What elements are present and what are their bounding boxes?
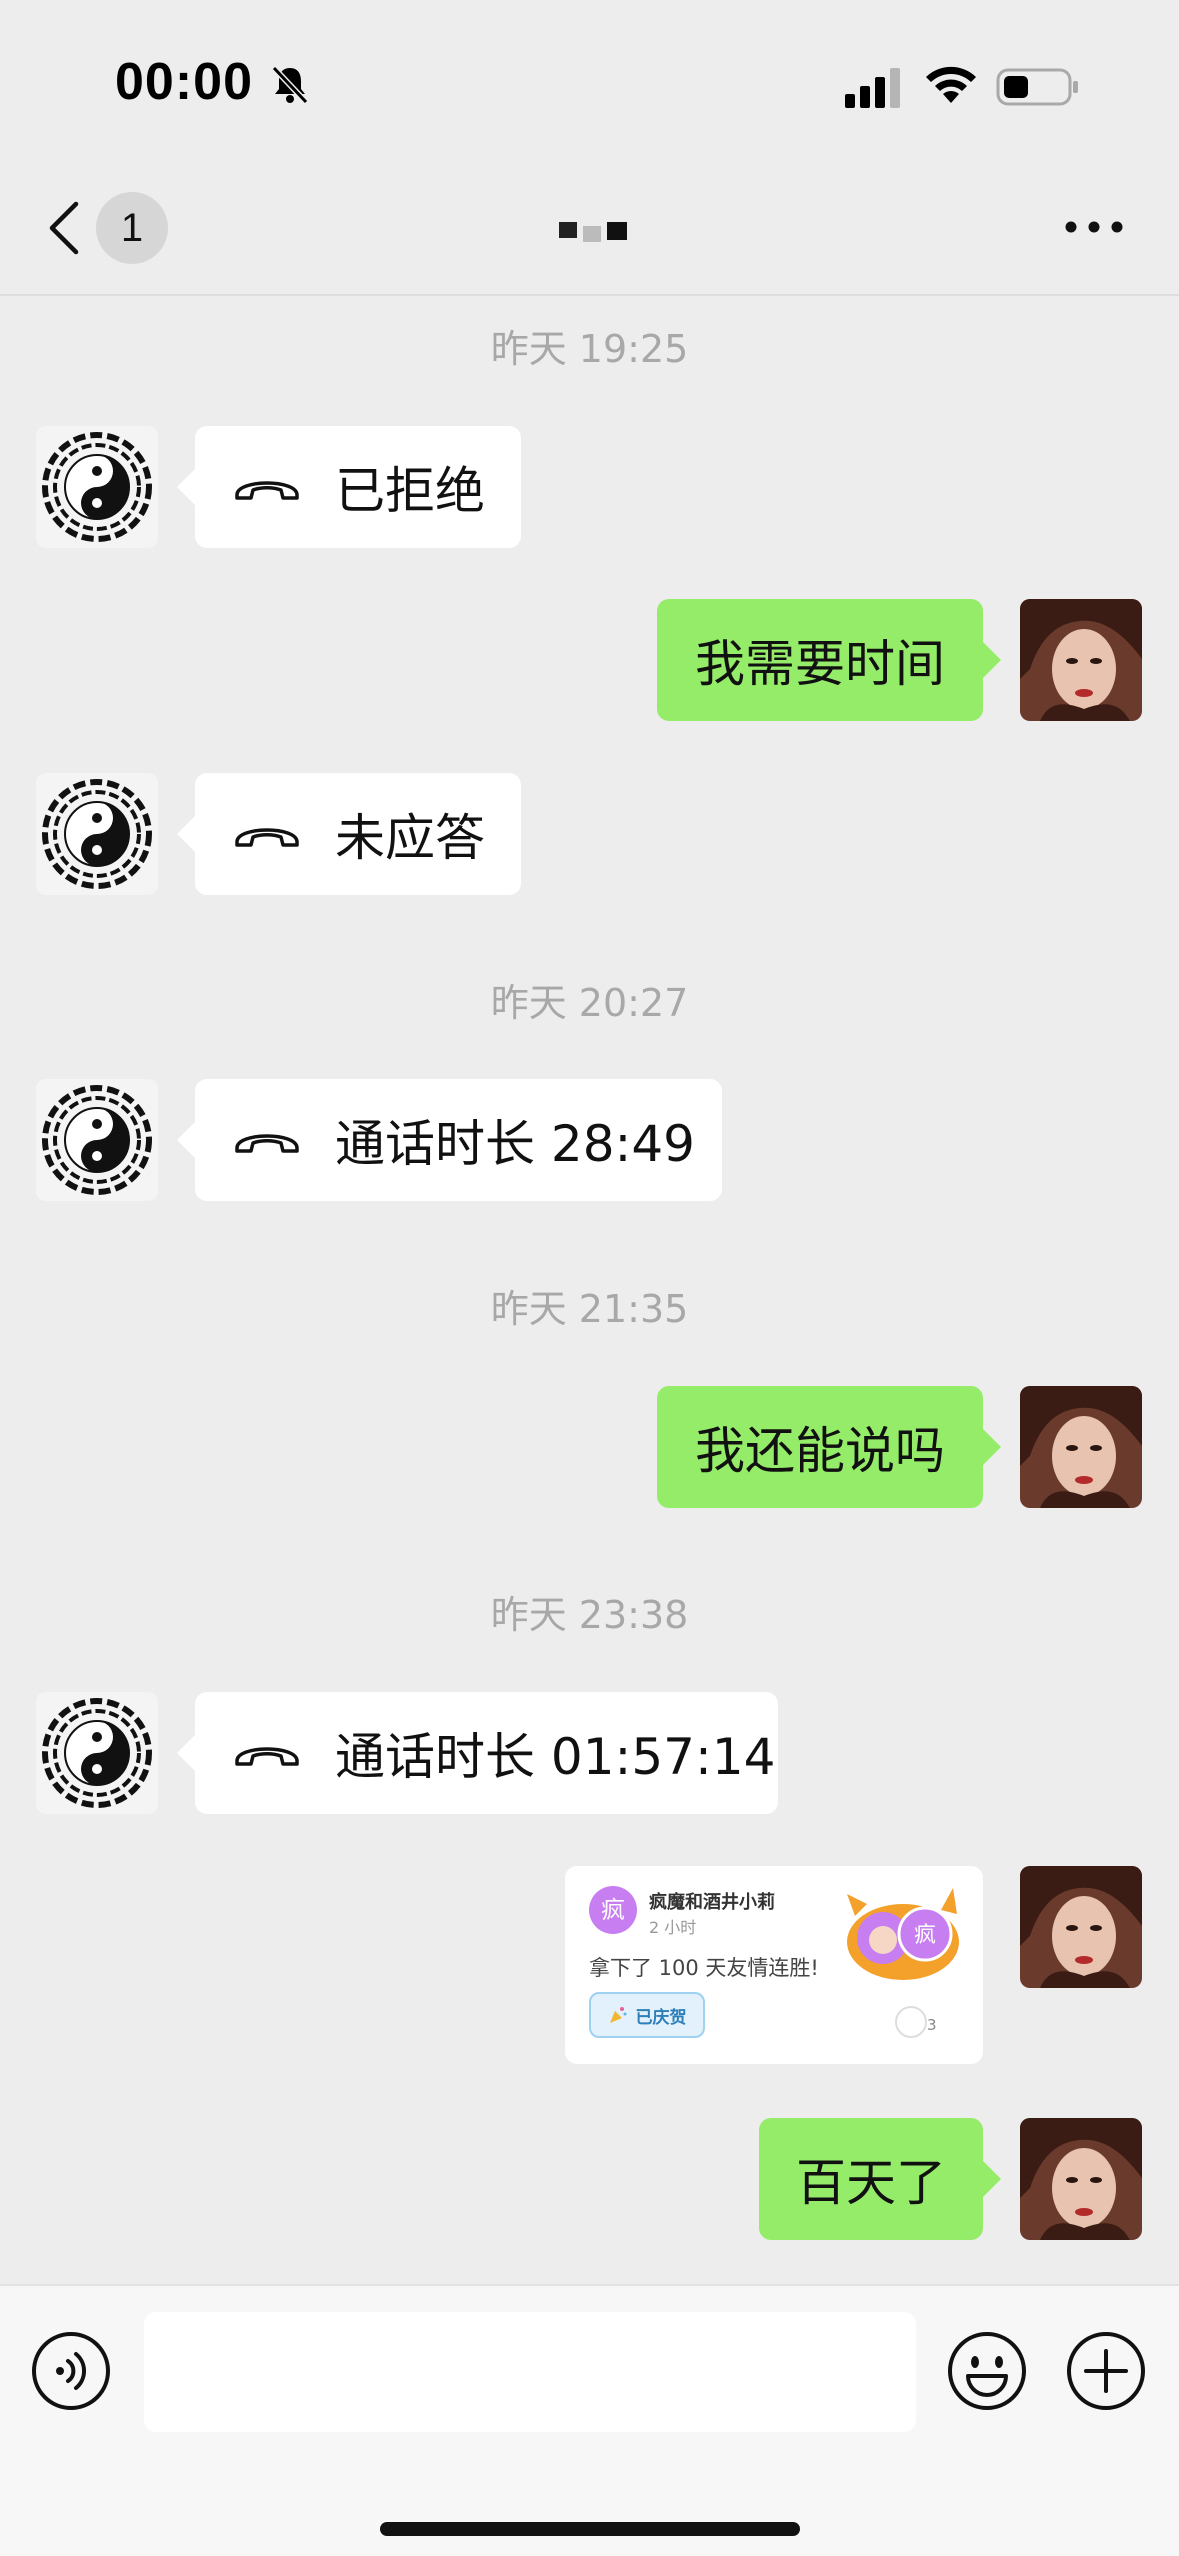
call-message[interactable]: 通话时长 01:57:14 xyxy=(177,1692,778,1814)
phone-icon xyxy=(235,481,299,500)
celebrated-chip[interactable]: 已庆贺 xyxy=(589,1992,705,2038)
call-duration: 通话时长 28:49 xyxy=(335,1115,695,1173)
wifi-icon xyxy=(926,66,976,103)
user-avatar[interactable] xyxy=(1020,1386,1142,1508)
contact-avatar[interactable] xyxy=(36,426,158,548)
home-indicator[interactable] xyxy=(380,2522,800,2536)
party-icon xyxy=(609,2007,626,2023)
more-icon[interactable] xyxy=(1063,212,1125,242)
user-photo xyxy=(1020,1386,1142,1508)
yin-yang-icon xyxy=(36,426,158,548)
text-message[interactable]: 我需要时间 xyxy=(657,599,1001,721)
call-message[interactable]: 未应答 xyxy=(177,773,521,895)
card-title: 疯魔和酒井小莉 xyxy=(649,1892,775,1913)
user-photo xyxy=(1020,2118,1142,2240)
contact-avatar[interactable] xyxy=(36,1079,158,1201)
call-status: 已拒绝 xyxy=(335,462,485,520)
text-message[interactable]: 我还能说吗 xyxy=(657,1386,1001,1508)
back-icon[interactable] xyxy=(44,200,84,256)
card-subtitle: 2 小时 xyxy=(649,1918,697,1937)
call-duration: 通话时长 01:57:14 xyxy=(335,1728,776,1786)
timestamp: 昨天 20:27 xyxy=(490,981,689,1025)
status-time: 00:00 xyxy=(115,53,253,111)
phone-icon xyxy=(235,1747,299,1766)
timestamp: 昨天 19:25 xyxy=(490,327,689,371)
chip-label: 已庆贺 xyxy=(635,2007,687,2028)
user-avatar[interactable] xyxy=(1020,1866,1142,1988)
status-bar: 00:00 xyxy=(0,0,1179,160)
input-bar xyxy=(0,2284,1179,2556)
contact-avatar[interactable] xyxy=(36,773,158,895)
phone-icon xyxy=(235,1134,299,1153)
chat-screen: 00:00 1 昨天 19:25 已拒绝 我需要时间 未应答 昨天 20:27 … xyxy=(0,0,1179,2556)
user-avatar[interactable] xyxy=(1020,2118,1142,2240)
card-avatar: 疯 xyxy=(589,1886,637,1934)
call-message[interactable]: 通话时长 28:49 xyxy=(177,1079,722,1201)
timestamp: 昨天 21:35 xyxy=(490,1287,689,1331)
battery-icon xyxy=(996,68,1078,106)
plus-icon[interactable] xyxy=(1065,2330,1147,2412)
card-main-text: 拿下了 100 天友情连胜! xyxy=(589,1956,819,1980)
signal-icon xyxy=(845,68,900,108)
bell-mute-icon xyxy=(271,65,309,105)
voice-icon[interactable] xyxy=(30,2330,112,2412)
call-message[interactable]: 已拒绝 xyxy=(177,426,521,548)
yin-yang-icon xyxy=(36,773,158,895)
timestamp: 昨天 23:38 xyxy=(490,1593,689,1637)
contact-name-redacted xyxy=(559,222,627,242)
user-photo xyxy=(1020,599,1142,721)
yin-yang-icon xyxy=(36,1079,158,1201)
contact-avatar[interactable] xyxy=(36,1692,158,1814)
yin-yang-icon xyxy=(36,1692,158,1814)
streak-card[interactable]: 疯 疯魔和酒井小莉 2 小时 拿下了 100 天友情连胜! 已庆贺 疯 3 xyxy=(565,1866,983,2064)
emoji-icon[interactable] xyxy=(946,2330,1028,2412)
user-avatar[interactable] xyxy=(1020,599,1142,721)
reaction-count: 3 xyxy=(927,2016,937,2034)
unread-badge[interactable]: 1 xyxy=(96,192,168,264)
phone-icon xyxy=(235,828,299,847)
badge-char: 疯 xyxy=(914,1923,936,1948)
reaction-icon xyxy=(895,2006,927,2038)
message-input[interactable] xyxy=(144,2312,916,2432)
nav-bar: 1 xyxy=(0,160,1179,296)
streak-badge-icon: 疯 xyxy=(847,1888,959,1980)
call-status: 未应答 xyxy=(335,809,485,867)
text-message[interactable]: 百天了 xyxy=(759,2118,1001,2240)
user-photo xyxy=(1020,1866,1142,1988)
